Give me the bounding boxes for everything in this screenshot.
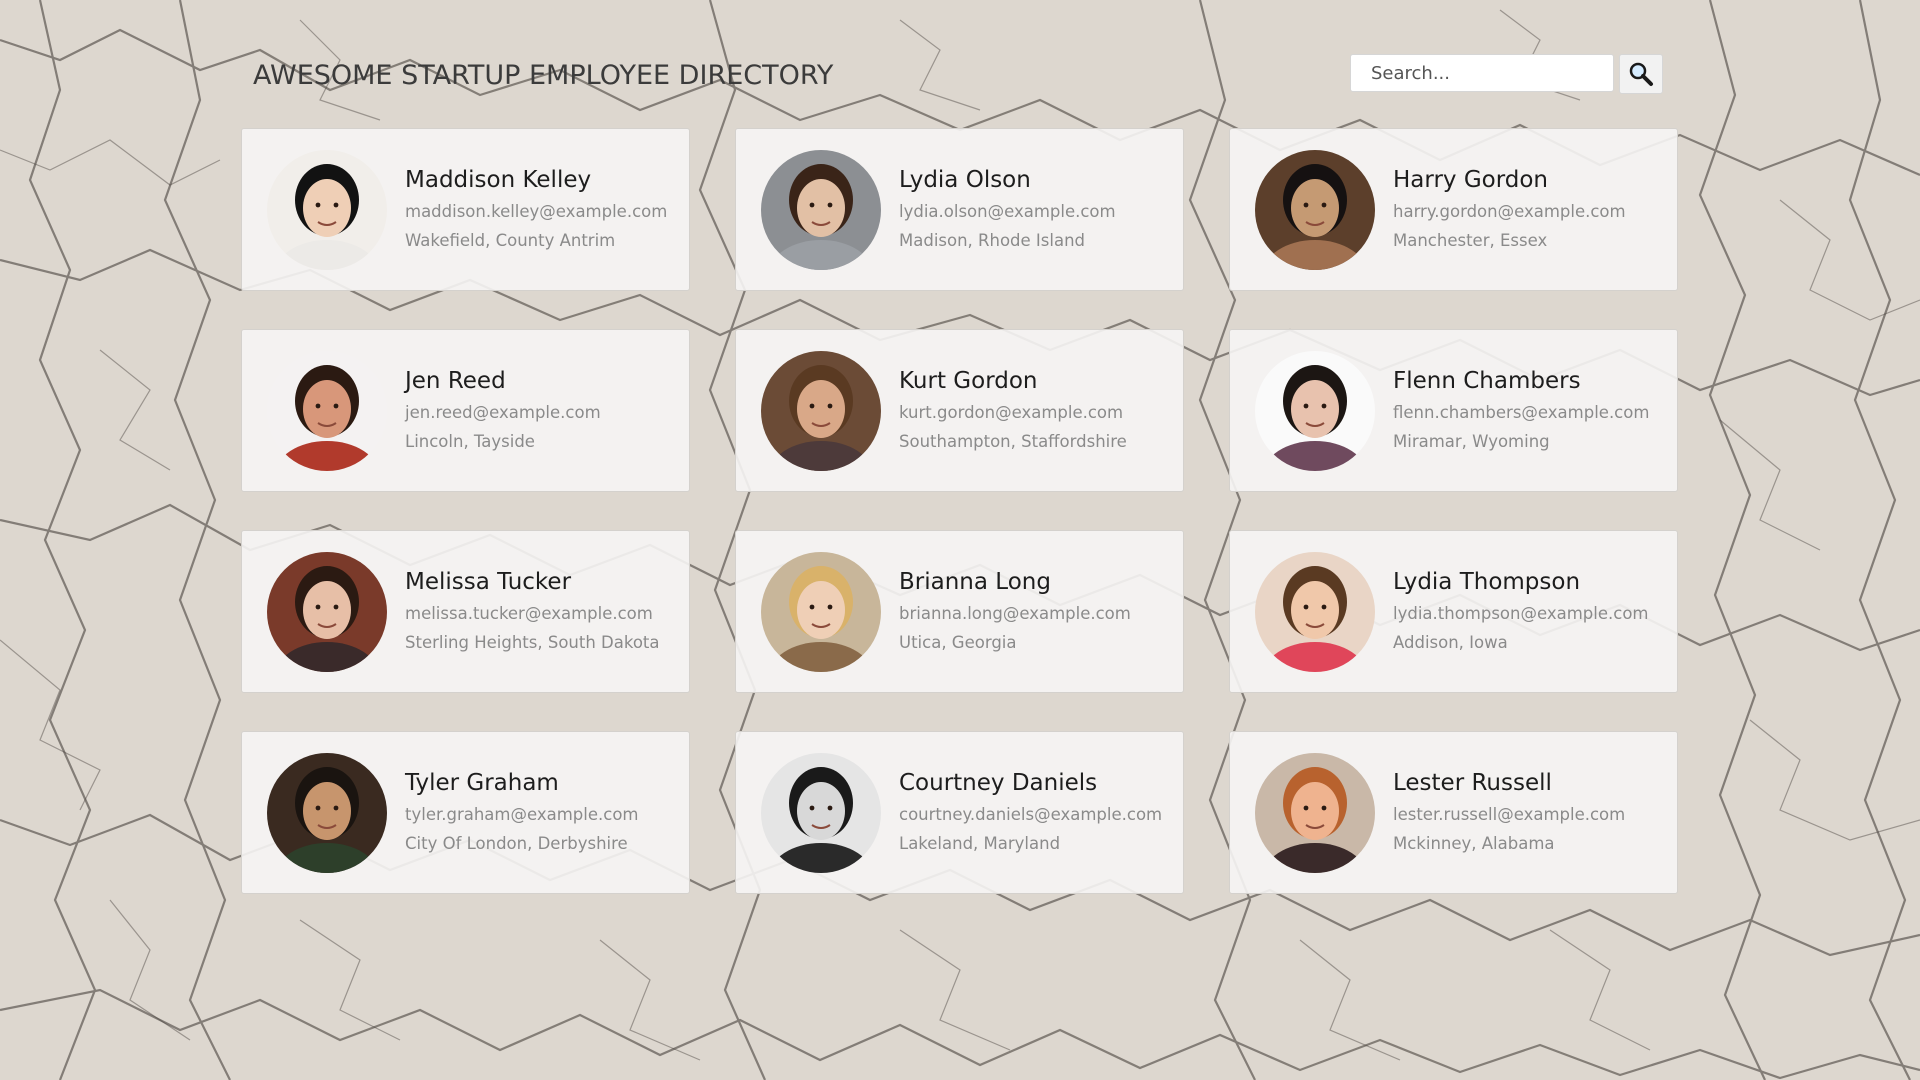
employee-email: lester.russell@example.com xyxy=(1393,804,1626,824)
employee-card[interactable]: Lydia Olson lydia.olson@example.com Madi… xyxy=(735,128,1184,291)
employee-email: jen.reed@example.com xyxy=(405,402,601,422)
employee-card[interactable]: Brianna Long brianna.long@example.com Ut… xyxy=(735,530,1184,693)
avatar xyxy=(1255,752,1375,873)
employee-card[interactable]: Courtney Daniels courtney.daniels@exampl… xyxy=(735,731,1184,894)
employee-location: Miramar, Wyoming xyxy=(1393,431,1550,451)
employee-card[interactable]: Harry Gordon harry.gordon@example.com Ma… xyxy=(1229,128,1678,291)
search-icon xyxy=(1629,62,1653,86)
employee-grid: Maddison Kelley maddison.kelley@example.… xyxy=(241,128,1678,894)
employee-email: courtney.daniels@example.com xyxy=(899,804,1163,824)
employee-email: lydia.thompson@example.com xyxy=(1393,603,1649,623)
employee-card[interactable]: Tyler Graham tyler.graham@example.com Ci… xyxy=(241,731,690,894)
employee-email: harry.gordon@example.com xyxy=(1393,201,1626,221)
employee-email: tyler.graham@example.com xyxy=(405,804,639,824)
employee-email: brianna.long@example.com xyxy=(899,603,1131,623)
avatar xyxy=(761,149,881,270)
employee-card[interactable]: Melissa Tucker melissa.tucker@example.co… xyxy=(241,530,690,693)
employee-name: Lester Russell xyxy=(1393,769,1552,796)
employee-name: Maddison Kelley xyxy=(405,166,592,193)
avatar xyxy=(267,149,387,270)
avatar xyxy=(761,350,881,471)
employee-email: flenn.chambers@example.com xyxy=(1393,402,1650,422)
employee-name: Harry Gordon xyxy=(1393,166,1549,193)
avatar xyxy=(267,752,387,873)
avatar xyxy=(761,752,881,873)
employee-location: Mckinney, Alabama xyxy=(1393,833,1555,853)
employee-location: Lincoln, Tayside xyxy=(405,431,535,451)
avatar xyxy=(1255,551,1375,672)
avatar xyxy=(1255,149,1375,270)
employee-name: Brianna Long xyxy=(899,568,1051,595)
search-bar xyxy=(1350,54,1663,94)
employee-location: Utica, Georgia xyxy=(899,632,1017,652)
employee-name: Melissa Tucker xyxy=(405,568,572,595)
employee-card[interactable]: Jen Reed jen.reed@example.com Lincoln, T… xyxy=(241,329,690,492)
employee-location: City Of London, Derbyshire xyxy=(405,833,628,853)
avatar xyxy=(761,551,881,672)
employee-card[interactable]: Flenn Chambers flenn.chambers@example.co… xyxy=(1229,329,1678,492)
employee-email: melissa.tucker@example.com xyxy=(405,603,653,623)
employee-name: Lydia Olson xyxy=(899,166,1031,193)
employee-card[interactable]: Kurt Gordon kurt.gordon@example.com Sout… xyxy=(735,329,1184,492)
employee-name: Lydia Thompson xyxy=(1393,568,1581,595)
employee-location: Southampton, Staffordshire xyxy=(899,431,1127,451)
page-title: AWESOME STARTUP EMPLOYEE DIRECTORY xyxy=(253,60,834,91)
employee-email: maddison.kelley@example.com xyxy=(405,201,668,221)
search-input[interactable] xyxy=(1350,54,1614,92)
employee-location: Wakefield, County Antrim xyxy=(405,230,616,250)
employee-email: kurt.gordon@example.com xyxy=(899,402,1124,422)
employee-name: Tyler Graham xyxy=(405,769,559,796)
employee-location: Addison, Iowa xyxy=(1393,632,1508,652)
avatar xyxy=(1255,350,1375,471)
avatar xyxy=(267,551,387,672)
employee-location: Sterling Heights, South Dakota xyxy=(405,632,660,652)
employee-card[interactable]: Maddison Kelley maddison.kelley@example.… xyxy=(241,128,690,291)
employee-location: Madison, Rhode Island xyxy=(899,230,1086,250)
employee-location: Manchester, Essex xyxy=(1393,230,1548,250)
search-button[interactable] xyxy=(1619,54,1663,94)
employee-name: Kurt Gordon xyxy=(899,367,1038,394)
employee-name: Flenn Chambers xyxy=(1393,367,1581,394)
employee-name: Courtney Daniels xyxy=(899,769,1098,796)
avatar xyxy=(267,350,387,471)
employee-email: lydia.olson@example.com xyxy=(899,201,1116,221)
employee-card[interactable]: Lester Russell lester.russell@example.co… xyxy=(1229,731,1678,894)
employee-location: Lakeland, Maryland xyxy=(899,833,1061,853)
employee-card[interactable]: Lydia Thompson lydia.thompson@example.co… xyxy=(1229,530,1678,693)
employee-name: Jen Reed xyxy=(405,367,506,394)
